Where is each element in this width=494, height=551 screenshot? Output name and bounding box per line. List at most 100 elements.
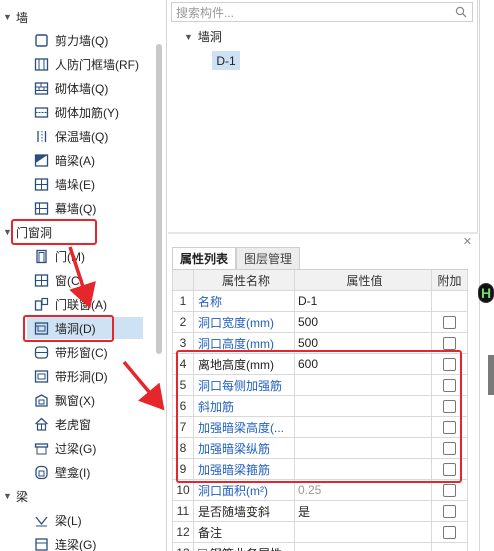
property-row[interactable]: 7 加强暗梁高度(... xyxy=(172,417,468,438)
tree-item[interactable]: 墙垛(E) xyxy=(34,173,95,195)
property-name: 洞口面积(m²) xyxy=(194,480,295,500)
property-value-field[interactable]: 600 xyxy=(295,354,432,374)
caret-down-icon[interactable]: ▼ xyxy=(184,32,193,42)
tree-item[interactable]: 门联窗(A) xyxy=(34,293,107,315)
side-collapse-tab[interactable] xyxy=(488,355,494,395)
add-checkbox[interactable] xyxy=(443,315,456,329)
add-checkbox[interactable] xyxy=(443,399,456,413)
component-category-wall-opening[interactable]: ▼ 墙洞 xyxy=(184,28,222,45)
tree-item[interactable]: 梁(L) xyxy=(34,509,82,531)
property-value-field[interactable] xyxy=(295,396,432,416)
caret-down-icon[interactable]: ▼ xyxy=(3,12,13,22)
search-icon[interactable] xyxy=(455,6,467,18)
property-value-field[interactable]: 500 xyxy=(295,333,432,353)
tree-item[interactable]: 砌体墙(Q) xyxy=(34,77,108,99)
left-tree-scrollbar[interactable] xyxy=(156,44,162,354)
category-beam[interactable]: ▼ 梁 xyxy=(0,485,28,507)
masonry-wall-icon xyxy=(34,81,49,96)
property-row[interactable]: 9 加强暗梁箍筋 xyxy=(172,459,468,480)
tree-item[interactable]: 带形窗(C) xyxy=(34,341,108,363)
property-value-field[interactable] xyxy=(295,522,432,542)
caret-down-icon[interactable]: ▼ xyxy=(3,491,13,501)
property-row-number: 2 xyxy=(172,312,194,332)
property-value-field[interactable] xyxy=(295,543,432,551)
property-row[interactable]: 2 洞口宽度(mm) 500 xyxy=(172,312,468,333)
tree-item[interactable]: 连梁(G) xyxy=(34,533,96,551)
property-grid: 属性名称 属性值 附加 1 名称 D-1 2 洞口宽度(mm) 500 3 洞口高度(mm) 5… xyxy=(172,269,468,551)
add-checkbox[interactable] xyxy=(443,462,456,476)
tree-item-label: 带形洞(D) xyxy=(55,369,108,384)
tree-item[interactable]: 剪力墙(Q) xyxy=(34,29,108,51)
floating-h-handle-icon[interactable]: H xyxy=(478,283,494,303)
property-row-number: 12 xyxy=(172,522,194,542)
property-panel: ✕ 属性列表 图层管理 属性名称 属性值 附加 1 名称 D-1 2 洞口宽度(mm) 5… xyxy=(168,234,478,551)
component-search-input[interactable]: 搜索构件... xyxy=(171,2,473,22)
tree-item[interactable]: 老虎窗 xyxy=(34,413,91,435)
beam-icon xyxy=(34,513,49,528)
tree-item-label: 飘窗(X) xyxy=(55,393,95,408)
property-row[interactable]: 13+钢筋业务属性 xyxy=(172,543,468,551)
property-row[interactable]: 5 洞口每侧加强筋 xyxy=(172,375,468,396)
tree-item-label: 带形窗(C) xyxy=(55,345,108,360)
caret-down-icon[interactable]: ▼ xyxy=(3,227,13,237)
tree-item[interactable]: 窗(C) xyxy=(34,269,84,291)
property-row-number: 4 xyxy=(172,354,194,374)
property-row[interactable]: 11 是否随墙变斜 是 xyxy=(172,501,468,522)
niche-icon xyxy=(34,465,49,480)
property-row[interactable]: 1 名称 D-1 xyxy=(172,291,468,312)
property-name: 名称 xyxy=(194,291,295,311)
property-name-text: 名称 xyxy=(198,294,223,309)
property-row[interactable]: 10 洞口面积(m²) 0.25 xyxy=(172,480,468,501)
tree-item[interactable]: 带形洞(D) xyxy=(34,365,108,387)
add-checkbox[interactable] xyxy=(443,336,456,350)
property-name: 是否随墙变斜 xyxy=(194,501,295,521)
close-icon[interactable]: ✕ xyxy=(463,235,472,248)
property-name-text: 洞口面积(m²) xyxy=(198,483,268,498)
property-name: 洞口高度(mm) xyxy=(194,333,295,353)
property-add-cell xyxy=(432,417,468,437)
property-add-cell xyxy=(432,312,468,332)
property-value-field[interactable]: D-1 xyxy=(295,291,432,311)
tree-item[interactable]: 飘窗(X) xyxy=(34,389,95,411)
tree-item[interactable]: 幕墙(Q) xyxy=(34,197,96,219)
property-grid-header: 属性名称 属性值 附加 xyxy=(172,270,468,291)
property-value-field[interactable] xyxy=(295,459,432,479)
property-add-cell xyxy=(432,375,468,395)
tree-item[interactable]: 墙洞(D) xyxy=(27,317,143,339)
property-row[interactable]: 8 加强暗梁纵筋 xyxy=(172,438,468,459)
tree-item[interactable]: 暗梁(A) xyxy=(34,149,95,171)
property-value-field[interactable]: 0.25 xyxy=(295,480,432,500)
category-door-window-opening[interactable]: ▼ 门窗洞 xyxy=(0,221,52,243)
tree-item-label: 墙洞(D) xyxy=(55,321,96,336)
add-checkbox[interactable] xyxy=(443,441,456,455)
property-value-field[interactable] xyxy=(295,375,432,395)
property-value-field[interactable]: 是 xyxy=(295,501,432,521)
tab-layer-management[interactable]: 图层管理 xyxy=(236,247,301,269)
add-checkbox[interactable] xyxy=(443,420,456,434)
property-add-cell xyxy=(432,438,468,458)
add-checkbox[interactable] xyxy=(443,504,456,518)
property-row[interactable]: 3 洞口高度(mm) 500 xyxy=(172,333,468,354)
property-row[interactable]: 12 备注 xyxy=(172,522,468,543)
category-wall[interactable]: ▼ 墙 xyxy=(0,6,28,28)
tree-item[interactable]: 砌体加筋(Y) xyxy=(34,101,119,123)
tree-item[interactable]: 过梁(G) xyxy=(34,437,96,459)
component-item-d1[interactable]: D-1 xyxy=(212,51,240,70)
add-checkbox[interactable] xyxy=(443,357,456,371)
property-value-field[interactable]: 500 xyxy=(295,312,432,332)
tree-item[interactable]: 壁龛(I) xyxy=(34,461,90,483)
property-value-field[interactable] xyxy=(295,438,432,458)
add-checkbox[interactable] xyxy=(443,525,456,539)
tab-property-list[interactable]: 属性列表 xyxy=(172,247,237,269)
tree-item-label: 梁(L) xyxy=(55,513,82,528)
property-row[interactable]: 6 斜加筋 xyxy=(172,396,468,417)
property-row-number: 1 xyxy=(172,291,194,311)
property-row[interactable]: 4 离地高度(mm) 600 xyxy=(172,354,468,375)
tree-item[interactable]: 门(M) xyxy=(34,245,85,267)
tree-item[interactable]: 人防门框墙(RF) xyxy=(34,53,139,75)
door-window-icon xyxy=(34,297,49,312)
add-checkbox[interactable] xyxy=(443,378,456,392)
tree-item[interactable]: 保温墙(Q) xyxy=(34,125,108,147)
add-checkbox[interactable] xyxy=(443,483,456,497)
property-value-field[interactable] xyxy=(295,417,432,437)
